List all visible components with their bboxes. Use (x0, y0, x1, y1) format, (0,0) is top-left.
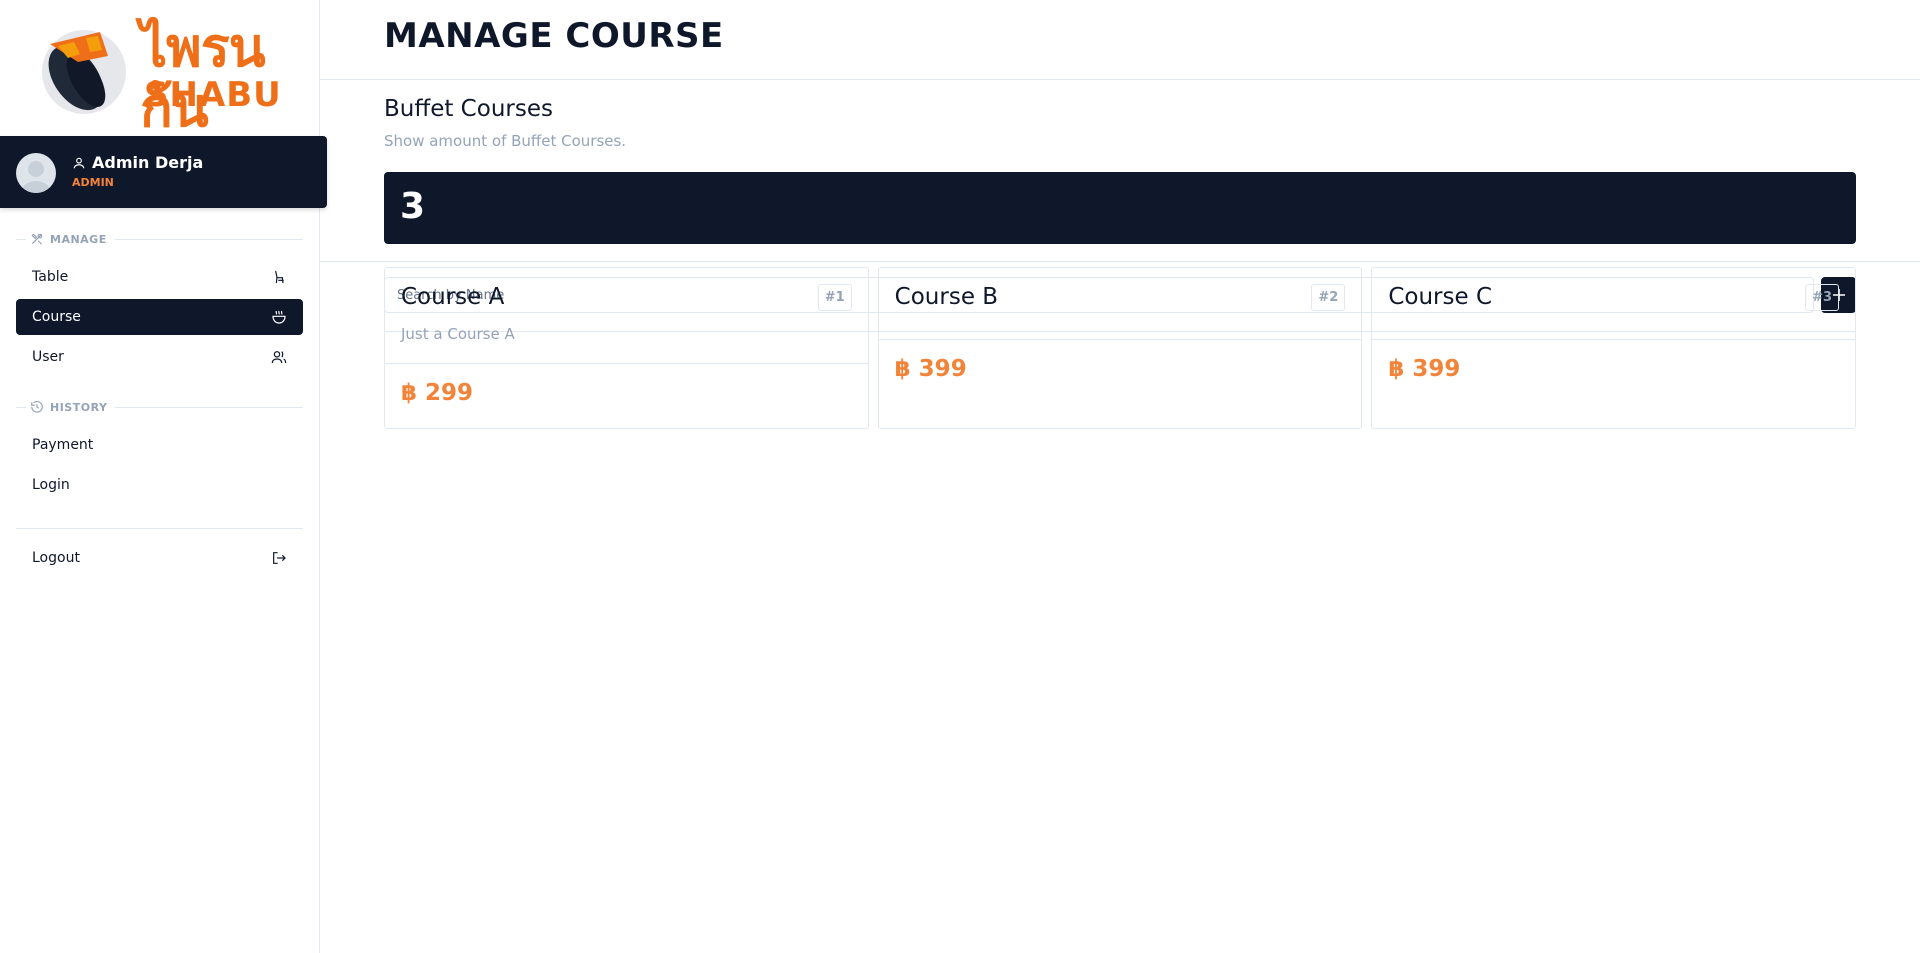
avatar-placeholder-icon (22, 161, 50, 193)
brand-logo[interactable]: ไพรนก้น SHABU (28, 10, 288, 138)
sidebar-item-payment[interactable]: Payment (16, 427, 303, 463)
stats-title: Buffet Courses (384, 96, 553, 122)
course-card[interactable]: Course A Just a Course A #1 ฿ 299 (384, 267, 869, 429)
course-id-badge: #1 (817, 284, 852, 311)
course-name: Course C (1388, 284, 1493, 310)
course-price: ฿ 399 (894, 356, 967, 382)
divider (16, 528, 303, 529)
user-icon (73, 157, 85, 168)
sidebar-item-label: Table (32, 269, 69, 285)
sidebar-item-label: Payment (32, 437, 94, 453)
app-root: ไพรนก้น SHABU Admin Derja ADMIN MANAGE T… (0, 0, 1920, 953)
page-title: MANAGE COURSE (384, 16, 724, 56)
sidebar-item-label: Course (32, 309, 81, 325)
course-card[interactable]: Course B #2 ฿ 399 (877, 267, 1363, 429)
course-name: Course A (401, 284, 505, 310)
course-card-header: Course C #3 (1372, 268, 1856, 340)
sidebar-item-label: User (32, 349, 64, 365)
section-manage-header: MANAGE (16, 231, 303, 247)
sidebar-item-table[interactable]: Table (16, 259, 303, 295)
course-price: ฿ 399 (1388, 356, 1461, 382)
section-history-label: HISTORY (50, 400, 108, 414)
logout-button[interactable]: Logout (16, 540, 303, 576)
course-price: ฿ 299 (401, 380, 474, 406)
profile-name-row: Admin Derja (72, 153, 203, 172)
sidebar-item-label: Login (32, 477, 70, 493)
logout-label: Logout (32, 550, 80, 566)
course-card-header: Course A Just a Course A #1 (385, 268, 868, 364)
tools-icon (31, 233, 43, 245)
stats-count-box: 3 (384, 172, 1856, 244)
logout-icon (273, 552, 286, 564)
sidebar-item-course[interactable]: Course (16, 299, 303, 335)
course-description: Just a Course A (401, 325, 515, 343)
profile-card: Admin Derja ADMIN (0, 136, 327, 208)
stats-count: 3 (400, 186, 426, 227)
stats-section: Buffet Courses Show amount of Buffet Cou… (320, 80, 1920, 262)
table-chair-icon (275, 270, 284, 284)
sidebar: ไพรนก้น SHABU Admin Derja ADMIN MANAGE T… (0, 0, 327, 953)
divider (115, 406, 303, 408)
divider (16, 406, 26, 408)
divider (114, 238, 303, 240)
hotpot-icon (272, 310, 286, 324)
brand-subtitle: SHABU (144, 75, 282, 115)
course-list: Course A Just a Course A #1 ฿ 299 Course… (384, 267, 1857, 429)
sidebar-item-user[interactable]: User (16, 339, 303, 375)
users-icon (271, 351, 287, 364)
hotpot-logo-icon (42, 30, 126, 114)
course-card-header: Course B #2 (878, 268, 1362, 340)
course-name: Course B (894, 284, 999, 310)
main-content: MANAGE COURSE Buffet Courses Show amount… (320, 0, 1920, 953)
profile-name: Admin Derja (92, 153, 204, 172)
section-history-header: HISTORY (16, 399, 303, 415)
course-card[interactable]: Course C #3 ฿ 399 (1371, 267, 1857, 429)
sidebar-item-login[interactable]: Login (16, 467, 303, 503)
section-manage-label: MANAGE (50, 232, 107, 246)
course-id-badge: #3 (1805, 284, 1840, 311)
stats-description: Show amount of Buffet Courses. (384, 132, 627, 150)
history-icon (31, 401, 43, 413)
divider (16, 238, 26, 240)
profile-role: ADMIN (72, 176, 114, 189)
course-id-badge: #2 (1311, 284, 1346, 311)
page-header: MANAGE COURSE (320, 0, 1920, 80)
avatar (16, 153, 56, 193)
